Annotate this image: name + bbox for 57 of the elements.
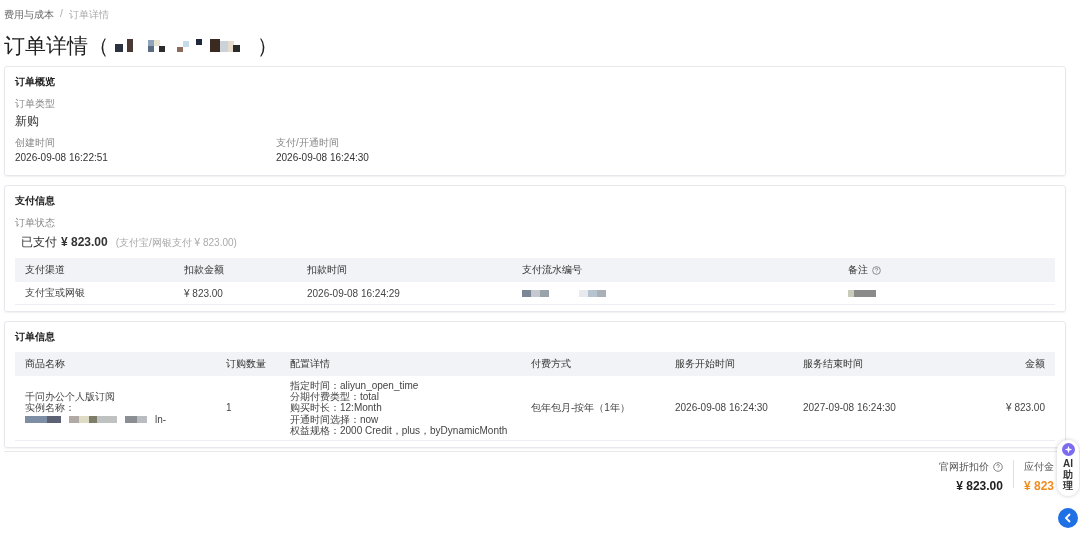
- section-heading: 支付信息: [15, 194, 56, 208]
- config-line: 购买时长：12:Month: [290, 402, 382, 414]
- table-cell-text: ¥ 823.00: [184, 287, 224, 299]
- table-cell-text: 包年包月-按年（1年）: [531, 400, 631, 415]
- config-line: 指定时间：aliyun_open_time: [290, 380, 419, 392]
- chevron-left-icon: [1064, 513, 1072, 523]
- field-value: 2026-09-08 16:22:51: [15, 152, 109, 163]
- redacted-mark: [848, 289, 878, 297]
- config-line: 开通时间选择：now: [290, 413, 379, 425]
- table-cell-text: 1: [226, 402, 233, 414]
- breadcrumb-current: 订单详情: [68, 8, 109, 22]
- breadcrumb-separator: /: [60, 8, 63, 21]
- column-header: 订购数量: [226, 357, 267, 371]
- breadcrumb-link[interactable]: 费用与成本: [4, 8, 54, 22]
- section-heading: 订单信息: [15, 330, 56, 344]
- table-cell-text: 支付宝或网银: [25, 286, 86, 300]
- product-name: 千问办公个人版订阅: [25, 391, 115, 403]
- price-label: 应付金: [1023, 459, 1054, 474]
- page-title: 订单详情（: [4, 33, 109, 59]
- collapse-button[interactable]: [1058, 508, 1078, 528]
- column-header: 服务开始时间: [675, 357, 736, 371]
- field-label: 订单类型: [15, 97, 56, 111]
- column-header: 付费方式: [531, 357, 572, 371]
- list-price: ¥ 823.00: [956, 478, 1003, 493]
- field-label: 订单状态: [15, 216, 56, 230]
- assistant-button[interactable]: AI助理: [1057, 440, 1079, 496]
- column-header: 支付渠道: [25, 263, 65, 277]
- config-line: 分期付费类型：total: [290, 391, 379, 403]
- column-header: 服务结束时间: [803, 357, 864, 371]
- column-header: 支付流水编号: [522, 263, 582, 277]
- price-label: 官网折扣价: [938, 459, 989, 474]
- instance-label: 实例名称：: [25, 402, 75, 414]
- amount-due: ¥ 823: [1023, 478, 1054, 493]
- field-value: 2026-09-08 16:24:30: [276, 152, 370, 163]
- config-line: 权益规格：2000 Credit，plus，byDynamicMonth: [290, 424, 508, 436]
- help-icon[interactable]: [872, 265, 881, 275]
- column-header: 扣款金额: [184, 263, 224, 277]
- instance-name: ln-: [155, 413, 167, 425]
- table-cell-text: 2026-09-08 16:24:30: [675, 402, 769, 414]
- payment-note: (支付宝/网银支付 ¥ 823.00): [115, 236, 237, 250]
- field-value: 新购: [15, 113, 40, 130]
- field-label: 创建时间: [15, 136, 56, 150]
- column-header: 扣款时间: [307, 263, 347, 277]
- column-header: 商品名称: [25, 357, 66, 371]
- table-cell-text: ¥ 823.00: [1005, 402, 1045, 414]
- paid-amount: ¥ 823.00: [61, 235, 108, 249]
- column-header: 金额: [1024, 357, 1045, 371]
- column-header: 配置详情: [290, 357, 331, 371]
- field-label: 支付/开通时间: [276, 136, 340, 150]
- page-title-paren: ）: [257, 33, 278, 59]
- column-header: 备注: [848, 263, 868, 277]
- sparkle-icon: [1061, 443, 1075, 456]
- table-cell-text: 2026-09-08 16:24:29: [307, 287, 401, 299]
- payment-status: 已支付: [21, 234, 57, 251]
- table-cell-text: 2027-09-08 16:24:30: [803, 402, 897, 414]
- help-icon[interactable]: [992, 461, 1003, 472]
- section-heading: 订单概览: [15, 75, 56, 89]
